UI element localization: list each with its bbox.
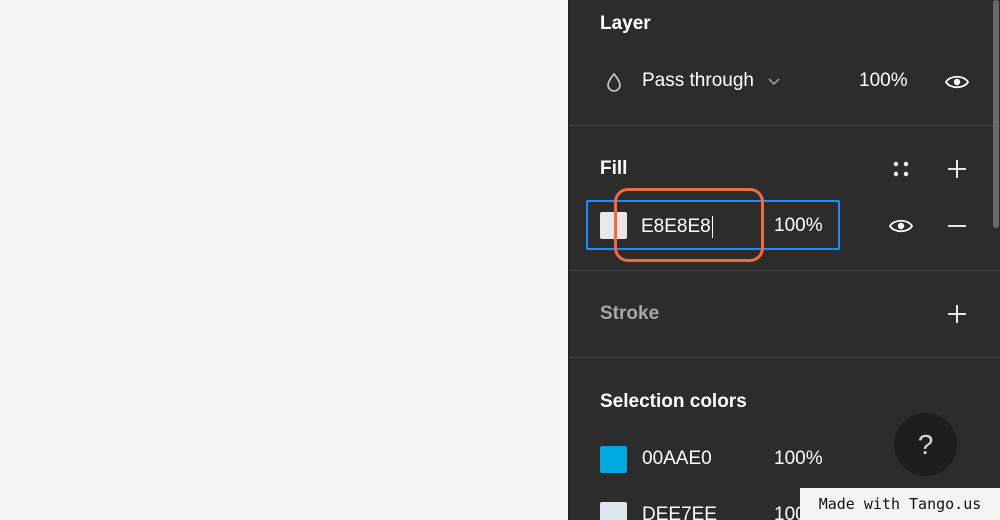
properties-panel: Layer Pass through 100% Fill E8E8E8 100%… [568, 0, 1000, 520]
stroke-section-title: Stroke [600, 303, 660, 324]
panel-scrollbar[interactable] [993, 0, 999, 228]
section-divider [569, 270, 1000, 271]
plus-icon[interactable] [941, 298, 973, 330]
fill-section-title: Fill [600, 158, 628, 179]
eye-icon[interactable] [885, 210, 917, 242]
section-divider [569, 125, 1000, 126]
style-grid-icon[interactable] [885, 153, 917, 185]
selection-color-opacity[interactable]: 100% [774, 448, 823, 470]
selection-color-hex[interactable]: 00AAE0 [642, 448, 712, 470]
selection-colors-title: Selection colors [600, 391, 747, 412]
drop-icon [598, 66, 630, 98]
app-root: Layer Pass through 100% Fill E8E8E8 100%… [0, 0, 1000, 520]
selection-color-swatch[interactable] [600, 502, 627, 520]
plus-icon[interactable] [941, 153, 973, 185]
help-button[interactable]: ? [894, 413, 957, 476]
design-canvas[interactable] [0, 0, 568, 520]
layer-opacity-input[interactable]: 100% [859, 70, 908, 92]
fill-hex-input[interactable]: E8E8E8 [641, 214, 751, 240]
layer-section-title: Layer [600, 13, 651, 34]
fill-color-swatch[interactable] [600, 212, 627, 239]
minus-icon[interactable] [941, 210, 973, 242]
blend-mode-dropdown[interactable]: Pass through [642, 70, 781, 92]
blend-mode-value: Pass through [642, 70, 754, 92]
tango-watermark: Made with Tango.us [800, 488, 1000, 520]
fill-hex-value: E8E8E8 [641, 216, 711, 237]
help-label: ? [917, 428, 934, 460]
selection-color-swatch[interactable] [600, 446, 627, 473]
eye-icon[interactable] [941, 66, 973, 98]
chevron-down-icon [767, 70, 781, 92]
fill-opacity-input[interactable]: 100% [774, 215, 823, 237]
watermark-text: Made with Tango.us [818, 495, 982, 513]
text-caret [711, 215, 713, 238]
section-divider [569, 357, 1000, 358]
selection-color-hex[interactable]: DEE7EE [642, 504, 717, 520]
